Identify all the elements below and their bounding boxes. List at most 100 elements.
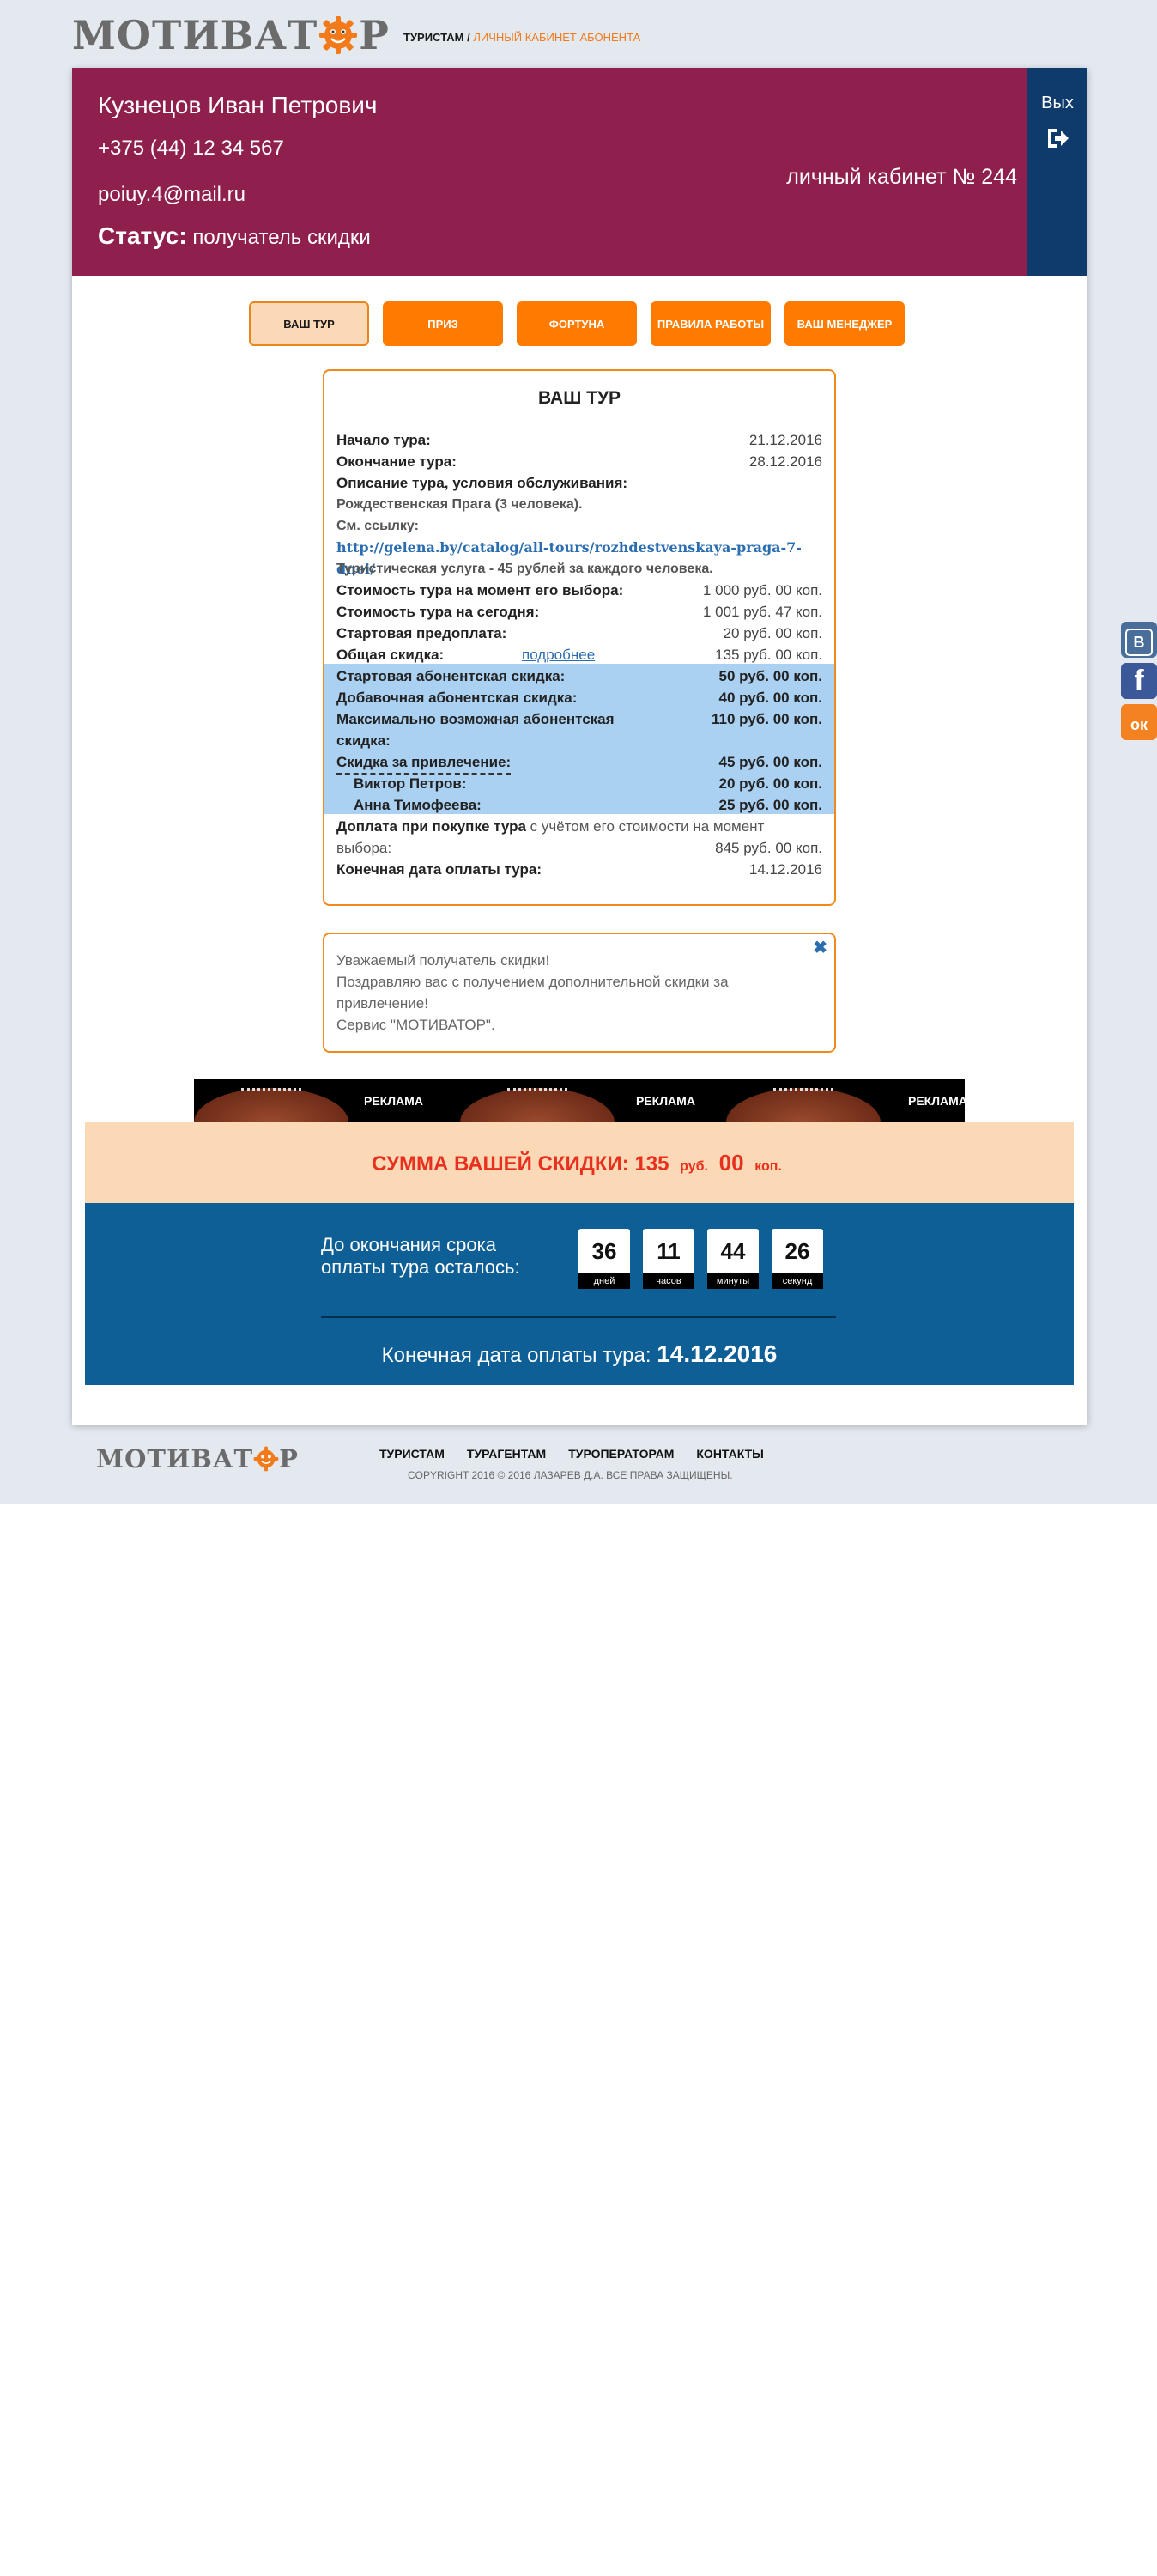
footer-nav: ТУРИСТАМ ТУРАГЕНТАМ ТУРОПЕРАТОРАМ КОНТАК…	[379, 1447, 764, 1461]
price-choice-label: Стоимость тура на момент его выбора:	[336, 582, 624, 598]
tab-manager[interactable]: ВАШ МЕНЕДЖЕР	[784, 301, 905, 346]
stitch-decoration	[507, 1088, 567, 1093]
referral-discount-label[interactable]: Скидка за привлечение:	[336, 751, 512, 775]
extra-payment-row: выбора: 845 руб. 00 коп.	[336, 837, 822, 859]
sign-out-icon	[1048, 129, 1069, 148]
tour-desc-label: Описание тура, условия обслуживания:	[336, 472, 822, 494]
footer-link-operators[interactable]: ТУРОПЕРАТОРАМ	[568, 1447, 674, 1461]
prepay-row: Стартовая предоплата: 20 руб. 00 коп.	[336, 623, 822, 644]
football-image	[194, 1088, 348, 1124]
hours-value: 11	[643, 1229, 694, 1273]
max-discount-label: Максимально возможная абонентская	[336, 711, 615, 727]
notification-message: ✖ Уважаемый получатель скидки! Поздравля…	[323, 933, 836, 1053]
exit-button[interactable]: Вых	[1027, 68, 1087, 276]
logo-text-right: Р	[359, 12, 390, 58]
deadline-value: 14.12.2016	[748, 861, 822, 878]
message-line-1: Уважаемый получатель скидки!	[336, 952, 550, 969]
close-icon[interactable]: ✖	[813, 938, 827, 959]
vk-share-button[interactable]: В	[1121, 622, 1157, 658]
message-line-2: Поздравляю вас с получением дополнительн…	[336, 974, 729, 990]
discount-rub-unit: руб.	[680, 1159, 708, 1174]
more-details-link[interactable]: подробнее	[522, 644, 595, 665]
ad-banner[interactable]: РЕКЛАМА РЕКЛАМА РЕКЛАМА	[194, 1079, 965, 1124]
start-discount-value: 50 руб. 00 коп.	[718, 668, 823, 684]
stitch-decoration	[773, 1088, 833, 1093]
breadcrumb: ТУРИСТАМ / ЛИЧНЫЙ КАБИНЕТ АБОНЕНТА	[403, 31, 640, 44]
gear-face-icon	[319, 16, 358, 54]
tour-end-value: 28.12.2016	[748, 453, 822, 470]
tour-end-row: Окончание тура: 28.12.2016	[336, 451, 822, 472]
extra-payment-bold: Доплата при покупке тура	[336, 818, 526, 835]
odnoklassniki-share-button[interactable]: ок	[1121, 704, 1157, 740]
footer-logo-text-left: МОТИВАТ	[96, 1443, 254, 1473]
copyright: COPYRIGHT 2016 © 2016 ЛАЗАРЕВ Д.А. ВСЕ П…	[408, 1469, 733, 1481]
minutes-value: 44	[707, 1229, 759, 1273]
price-choice-row: Стоимость тура на момент его выбора: 1 0…	[336, 580, 822, 601]
main-card: Кузнецов Иван Петрович +375 (44) 12 34 5…	[72, 68, 1087, 1425]
countdown-text: До окончания срока оплаты тура осталось:	[321, 1234, 520, 1278]
start-discount-label: Стартовая абонентская скидка:	[336, 668, 566, 684]
tour-desc-text: Рождественская Прага (3 человека).	[336, 497, 583, 512]
tour-end-label: Окончание тура:	[336, 453, 457, 470]
prepay-label: Стартовая предоплата:	[336, 625, 507, 641]
odnoklassniki-icon: ок	[1130, 716, 1148, 733]
tab-fortune[interactable]: ФОРТУНА	[517, 301, 637, 346]
extra-payment-value: 845 руб. 00 коп.	[715, 840, 822, 856]
referral-row-2: Анна Тимофеева: 25 руб. 00 коп.	[354, 794, 822, 816]
logo-text-left: МОТИВАТ	[72, 12, 318, 58]
final-date: Конечная дата оплаты тура: 14.12.2016	[85, 1340, 1074, 1368]
logo[interactable]: МОТИВАТ Р	[72, 15, 390, 55]
facebook-share-button[interactable]: f	[1121, 663, 1157, 699]
referral-discount-row: Скидка за привлечение: 45 руб. 00 коп.	[336, 751, 822, 775]
countdown-panel: До окончания срока оплаты тура осталось:…	[85, 1203, 1074, 1385]
minutes-unit: минуты	[707, 1273, 759, 1289]
deadline-row: Конечная дата оплаты тура: 14.12.2016	[336, 859, 822, 880]
max-discount-label-cont: скидка:	[336, 730, 822, 751]
total-discount-label: Общая скидка:	[336, 647, 445, 663]
tab-rules[interactable]: ПРАВИЛА РАБОТЫ	[651, 301, 771, 346]
seconds-unit: секунд	[772, 1273, 823, 1289]
countdown-days: 36 дней	[578, 1229, 630, 1289]
status-label: Статус:	[98, 222, 187, 249]
footer-logo[interactable]: МОТИВАТ Р	[96, 1446, 299, 1472]
ad-label-3: РЕКЛАМА	[908, 1094, 965, 1108]
countdown-hours: 11 часов	[643, 1229, 694, 1289]
price-choice-value: 1 000 руб. 00 коп.	[702, 582, 822, 598]
discount-kop: 00	[718, 1150, 744, 1176]
referral-2-value: 25 руб. 00 коп.	[718, 797, 823, 813]
exit-label: Вых	[1041, 94, 1074, 112]
total-discount-row: Общая скидка: подробнее 135 руб. 00 коп.	[336, 644, 822, 665]
see-link-label: См. ссылку:	[336, 519, 419, 533]
prepay-value: 20 руб. 00 коп.	[723, 625, 822, 641]
referral-row-1: Виктор Петров: 20 руб. 00 коп.	[354, 773, 822, 794]
tour-start-label: Начало тура:	[336, 432, 431, 448]
footer-link-tourists[interactable]: ТУРИСТАМ	[379, 1447, 445, 1461]
cabinet-number: личный кабинет № 244	[786, 165, 1017, 189]
tab-bar: ВАШ ТУР ПРИЗ ФОРТУНА ПРАВИЛА РАБОТЫ ВАШ …	[249, 301, 905, 346]
footer-link-contacts[interactable]: КОНТАКТЫ	[696, 1447, 763, 1461]
divider	[321, 1316, 836, 1318]
breadcrumb-separator: /	[467, 31, 470, 44]
footer-link-agents[interactable]: ТУРАГЕНТАМ	[467, 1447, 546, 1461]
tab-your-tour[interactable]: ВАШ ТУР	[249, 301, 369, 346]
tab-prize[interactable]: ПРИЗ	[383, 301, 503, 346]
tour-details-panel: ВАШ ТУР Начало тура: 21.12.2016 Окончани…	[323, 369, 836, 906]
breadcrumb-tourists-link[interactable]: ТУРИСТАМ	[403, 31, 463, 44]
price-today-label: Стоимость тура на сегодня:	[336, 604, 540, 620]
desc-label-text: Описание тура, условия обслуживания:	[336, 475, 628, 491]
breadcrumb-current: ЛИЧНЫЙ КАБИНЕТ АБОНЕНТА	[473, 31, 641, 44]
final-date-label: Конечная дата оплаты тура:	[381, 1344, 651, 1367]
extra-payment-label: Доплата при покупке тура с учётом его ст…	[336, 816, 822, 837]
referral-1-name: Виктор Петров:	[354, 775, 467, 792]
add-discount-row: Добавочная абонентская скидка: 40 руб. 0…	[336, 687, 822, 708]
status-value: получатель скидки	[192, 226, 371, 249]
final-date-value: 14.12.2016	[657, 1340, 778, 1367]
countdown-seconds: 26 секунд	[772, 1229, 823, 1289]
add-discount-value: 40 руб. 00 коп.	[718, 690, 823, 706]
service-note: Туристическая услуга - 45 рублей за кажд…	[336, 562, 713, 576]
max-discount-row: Максимально возможная абонентская 110 ру…	[336, 708, 822, 730]
price-today-row: Стоимость тура на сегодня: 1 001 руб. 47…	[336, 601, 822, 623]
footer-logo-text-right: Р	[279, 1443, 299, 1473]
discount-summary: СУММА ВАШЕЙ СКИДКИ: 135 руб. 00 коп.	[85, 1122, 1074, 1203]
discount-kop-unit: коп.	[754, 1159, 782, 1174]
